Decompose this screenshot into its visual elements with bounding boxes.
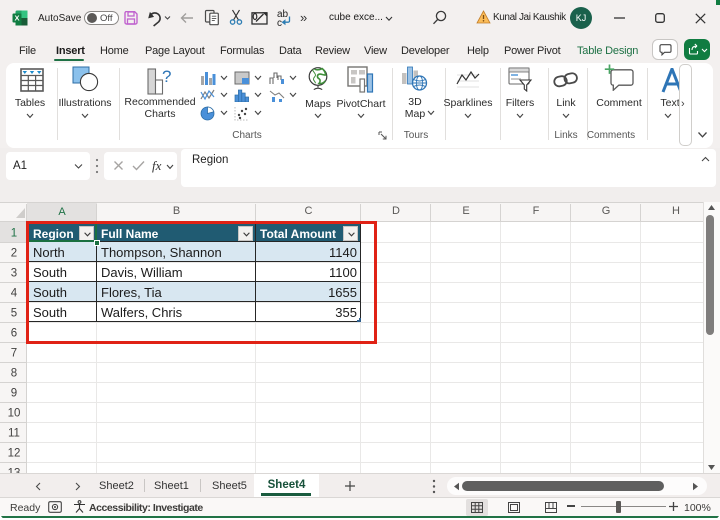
svg-text:9: 9	[11, 388, 17, 400]
svg-text:4: 4	[11, 288, 18, 300]
svg-text:6: 6	[11, 328, 17, 340]
svg-text:3: 3	[11, 268, 17, 280]
svg-text:7: 7	[11, 348, 17, 360]
svg-text:10: 10	[8, 408, 21, 420]
svg-text:1: 1	[11, 228, 17, 240]
svg-text:12: 12	[8, 448, 21, 460]
svg-text:2: 2	[11, 248, 17, 260]
svg-text:?: ?	[162, 68, 171, 86]
svg-text:11: 11	[8, 428, 20, 440]
svg-text:5: 5	[11, 308, 17, 320]
svg-text:8: 8	[11, 368, 17, 380]
